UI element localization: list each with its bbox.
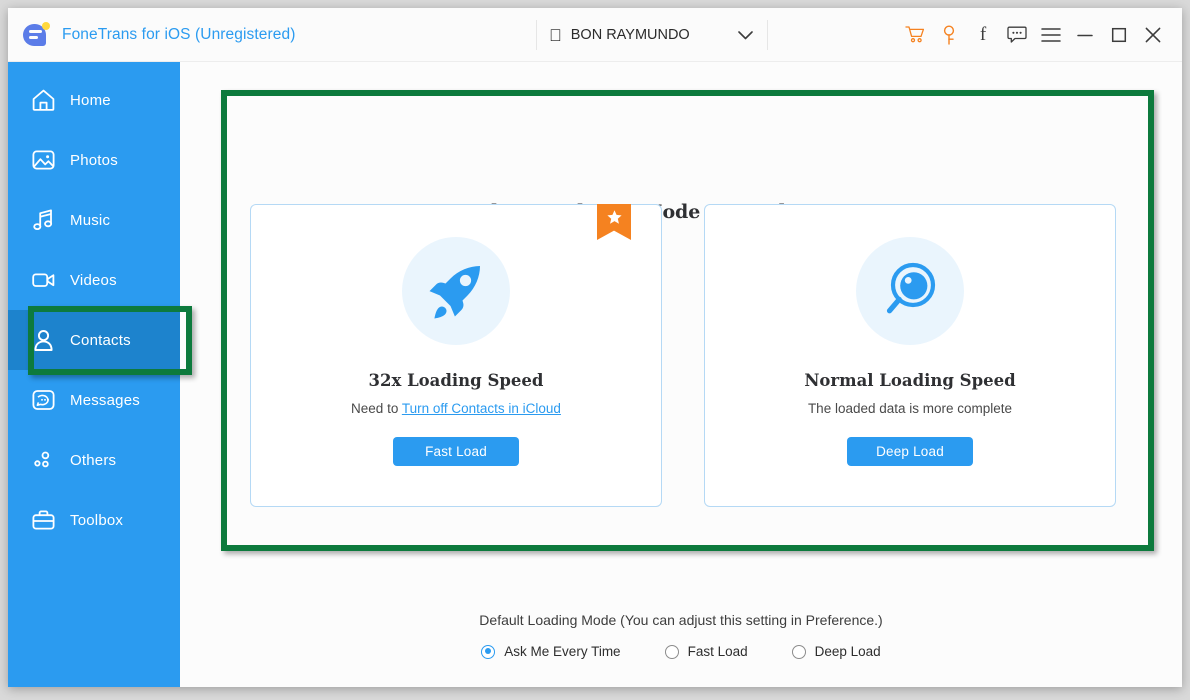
default-mode-label: Default Loading Mode (You can adjust thi… <box>479 612 883 628</box>
sidebar-item-messages[interactable]: Messages <box>8 370 180 430</box>
sidebar-item-others[interactable]: Others <box>8 430 180 490</box>
sidebar-item-toolbox[interactable]: Toolbox <box>8 490 180 550</box>
card-subtitle: The loaded data is more complete <box>808 401 1012 416</box>
key-icon[interactable] <box>932 18 966 52</box>
radio-deep-load[interactable]: Deep Load <box>791 644 881 659</box>
device-selector[interactable]:  BON RAYMUNDO <box>536 20 768 50</box>
home-icon <box>30 87 56 113</box>
radio-mark-icon <box>481 644 496 659</box>
radio-mark-icon <box>664 644 679 659</box>
sidebar-item-label: Messages <box>70 391 140 409</box>
rocket-icon <box>395 230 517 352</box>
sidebar: Home Photos Music Videos Contacts Messag… <box>8 62 180 687</box>
photos-icon <box>30 147 56 173</box>
sidebar-item-home[interactable]: Home <box>8 70 180 130</box>
radio-label: Fast Load <box>687 644 748 659</box>
device-name: BON RAYMUNDO <box>558 27 690 43</box>
cart-icon[interactable] <box>898 18 932 52</box>
mode-cards: 32x Loading Speed Need to Turn off Conta… <box>250 204 1116 507</box>
sidebar-item-label: Others <box>70 451 117 469</box>
videos-icon <box>30 267 56 293</box>
app-title: FoneTrans for iOS (Unregistered) <box>62 25 296 43</box>
sidebar-item-label: Toolbox <box>70 511 124 529</box>
radio-label: Deep Load <box>814 644 881 659</box>
sidebar-item-label: Home <box>70 91 111 109</box>
deep-load-button[interactable]: Deep Load <box>847 437 973 466</box>
default-mode-section: Default Loading Mode (You can adjust thi… <box>180 612 1182 659</box>
fast-load-button[interactable]: Fast Load <box>393 437 519 466</box>
close-icon[interactable] <box>1136 18 1170 52</box>
music-icon <box>30 207 56 233</box>
sidebar-item-photos[interactable]: Photos <box>8 130 180 190</box>
title-bar: FoneTrans for iOS (Unregistered)  BON R… <box>8 8 1182 62</box>
fast-load-card[interactable]: 32x Loading Speed Need to Turn off Conta… <box>250 204 662 507</box>
sidebar-item-label: Photos <box>70 151 118 169</box>
deep-load-card[interactable]: Normal Loading Speed The loaded data is … <box>704 204 1116 507</box>
card-subtitle-prefix: The loaded data is more complete <box>807 401 1013 416</box>
radio-fast-load[interactable]: Fast Load <box>664 644 748 659</box>
sidebar-item-music[interactable]: Music <box>8 190 180 250</box>
magnifier-icon <box>849 230 971 352</box>
radio-ask-me-every-time[interactable]: Ask Me Every Time <box>481 644 621 659</box>
turn-off-icloud-contacts-link[interactable]: Turn off Contacts in iCloud <box>402 401 561 416</box>
fonetrans-logo-icon <box>21 21 51 49</box>
sidebar-item-label: Music <box>70 211 111 229</box>
app-window: FoneTrans for iOS (Unregistered)  BON R… <box>8 8 1182 687</box>
messages-icon <box>30 387 56 413</box>
radio-mark-icon <box>791 644 806 659</box>
sidebar-item-videos[interactable]: Videos <box>8 250 180 310</box>
sidebar-item-contacts[interactable]: Contacts <box>8 310 180 370</box>
apple-logo-icon:  <box>549 27 562 44</box>
toolbox-icon <box>30 507 56 533</box>
feedback-icon[interactable] <box>1000 18 1034 52</box>
default-mode-radio-group: Ask Me Every Time Fast Load Deep Load <box>180 644 1182 659</box>
maximize-icon[interactable] <box>1102 18 1136 52</box>
app-brand: FoneTrans for iOS (Unregistered) <box>8 21 295 49</box>
menu-icon[interactable] <box>1034 18 1068 52</box>
facebook-icon[interactable]: f <box>966 18 1000 52</box>
chevron-down-icon[interactable] <box>712 30 753 40</box>
contacts-icon <box>30 327 56 353</box>
others-icon <box>30 447 56 473</box>
radio-label: Ask Me Every Time <box>504 644 621 659</box>
titlebar-actions: f <box>898 8 1170 61</box>
card-subtitle: Need to Turn off Contacts in iCloud <box>351 401 561 416</box>
star-ribbon-icon <box>597 204 631 240</box>
window-body: Home Photos Music Videos Contacts Messag… <box>8 62 1182 687</box>
card-title: Normal Loading Speed <box>804 371 1016 390</box>
minimize-icon[interactable] <box>1068 18 1102 52</box>
card-title: 32x Loading Speed <box>368 371 544 390</box>
sidebar-item-label: Videos <box>70 271 117 289</box>
card-subtitle-prefix: Need to <box>351 401 402 416</box>
sidebar-item-label: Contacts <box>70 331 131 349</box>
content-pane: Please Select a Mode to Load Contacts 32… <box>180 62 1182 687</box>
